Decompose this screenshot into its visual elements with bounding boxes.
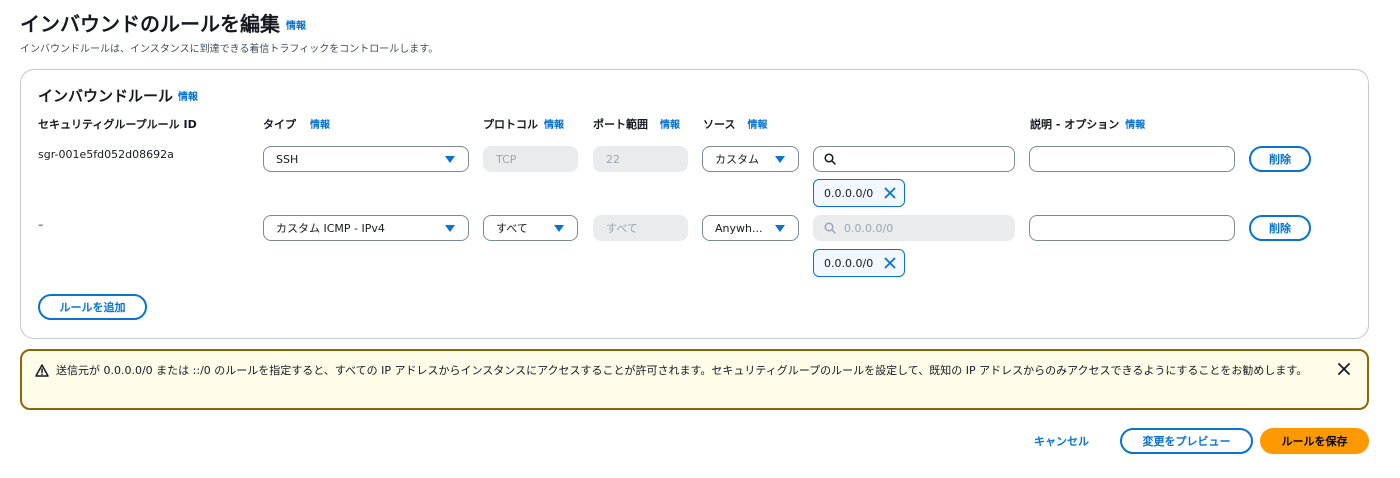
source-search-input-1[interactable] (813, 146, 1015, 172)
delete-button-2[interactable]: 削除 (1249, 215, 1311, 241)
description-input-2[interactable] (1029, 215, 1235, 241)
source-select-2-value: Anywh... (715, 221, 763, 235)
page-title: インバウンドのルールを編集 情報 (20, 8, 306, 37)
chevron-down-icon (775, 225, 785, 232)
port-range-field-1: 22 (593, 146, 688, 172)
col-head-source: ソース 情報 (703, 116, 767, 132)
protocol-info-link[interactable]: 情報 (544, 120, 564, 131)
type-info-link[interactable]: 情報 (310, 120, 330, 131)
col-head-description-label: 説明 - オプション (1030, 118, 1120, 131)
col-head-protocol-label: プロトコル (483, 118, 538, 131)
protocol-select-2-value: すべて (496, 222, 528, 235)
col-head-type-label: タイプ (263, 118, 296, 131)
search-icon (824, 222, 836, 234)
type-select-1-value: SSH (276, 152, 299, 166)
source-search-input-2-placeholder: 0.0.0.0/0 (844, 221, 894, 235)
col-head-type: タイプ 情報 (263, 116, 330, 132)
rule-id-2: – (38, 218, 44, 231)
type-select-2-value: カスタム ICMP - IPv4 (276, 222, 385, 235)
delete-button-1[interactable]: 削除 (1249, 146, 1311, 172)
col-head-protocol: プロトコル 情報 (483, 116, 564, 132)
col-head-description: 説明 - オプション 情報 (1030, 116, 1145, 132)
col-head-source-label: ソース (703, 118, 736, 131)
search-icon (824, 153, 836, 165)
col-head-port-range: ポート範囲 情報 (593, 116, 680, 132)
source-select-2[interactable]: Anywh... (702, 215, 799, 241)
page-title-text: インバウンドのルールを編集 (20, 12, 280, 36)
source-search-input-2: 0.0.0.0/0 (813, 215, 1015, 241)
source-token-2-label: 0.0.0.0/0 (824, 256, 874, 270)
preview-changes-button[interactable]: 変更をプレビュー (1120, 428, 1253, 454)
protocol-select-2[interactable]: すべて (483, 215, 578, 241)
port-range-field-2: すべて (593, 215, 688, 241)
chevron-down-icon (445, 156, 455, 163)
save-rules-button[interactable]: ルールを保存 (1260, 428, 1369, 454)
close-icon[interactable] (884, 257, 896, 269)
warning-alert-text: 送信元が 0.0.0.0/0 または ::/0 のルールを指定すると、すべての … (56, 364, 1308, 377)
port-range-info-link[interactable]: 情報 (660, 120, 680, 131)
description-input-1[interactable] (1029, 146, 1235, 172)
inbound-rules-panel (20, 69, 1369, 339)
protocol-field-1: TCP (483, 146, 578, 172)
source-token-1-label: 0.0.0.0/0 (824, 186, 874, 200)
chevron-down-icon (445, 225, 455, 232)
warning-alert (20, 349, 1369, 410)
type-select-2[interactable]: カスタム ICMP - IPv4 (263, 215, 469, 241)
cancel-button[interactable]: キャンセル (1034, 433, 1089, 449)
warning-icon (35, 364, 49, 377)
source-select-1[interactable]: カスタム (702, 146, 799, 172)
panel-title-text: インバウンドルール (38, 87, 174, 105)
close-icon[interactable] (1337, 362, 1351, 376)
type-select-1[interactable]: SSH (263, 146, 469, 172)
source-select-1-value: カスタム (715, 153, 759, 166)
close-icon[interactable] (884, 187, 896, 199)
col-head-port-range-label: ポート範囲 (593, 118, 648, 131)
source-info-link[interactable]: 情報 (747, 120, 767, 131)
description-info-link[interactable]: 情報 (1125, 120, 1145, 131)
chevron-down-icon (775, 156, 785, 163)
panel-title: インバウンドルール 情報 (38, 85, 198, 106)
chevron-down-icon (554, 225, 564, 232)
source-token-2: 0.0.0.0/0 (813, 249, 905, 277)
add-rule-button[interactable]: ルールを追加 (38, 294, 147, 320)
panel-title-info-link[interactable]: 情報 (178, 92, 198, 103)
col-head-rule-id: セキュリティグループルール ID (38, 118, 197, 131)
rule-id-1: sgr-001e5fd052d08692a (38, 148, 174, 161)
page-description: インバウンドルールは、インスタンスに到達できる着信トラフィックをコントロールしま… (20, 44, 439, 55)
page-title-info-link[interactable]: 情報 (286, 21, 306, 32)
source-token-1: 0.0.0.0/0 (813, 179, 905, 207)
